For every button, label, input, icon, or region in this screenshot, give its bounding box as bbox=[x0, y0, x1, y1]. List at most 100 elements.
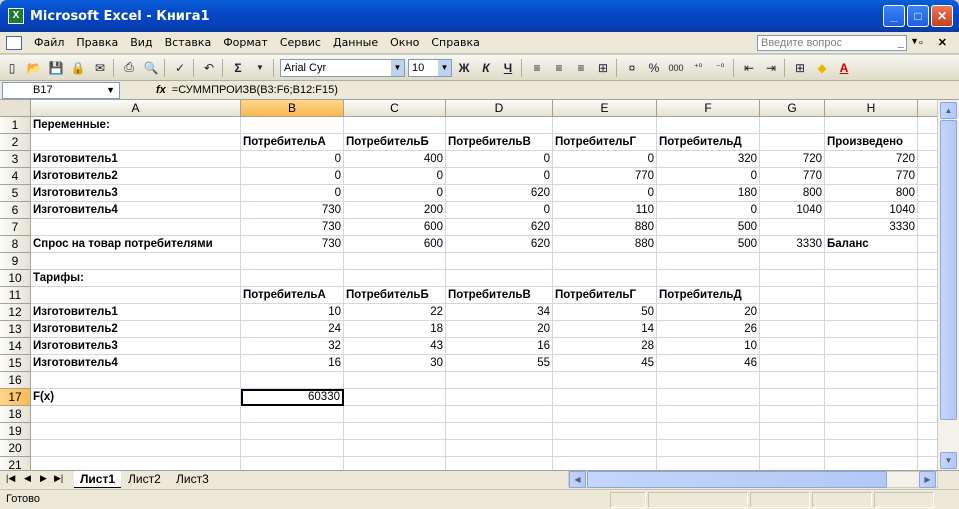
cell-i11[interactable] bbox=[918, 287, 937, 304]
workbook-icon[interactable] bbox=[6, 35, 22, 50]
formula-input[interactable]: =СУММПРОИЗВ(B3:F6;B12:F15) bbox=[172, 84, 338, 96]
cell-g11[interactable] bbox=[760, 287, 825, 304]
cell-e4[interactable]: 770 bbox=[553, 168, 657, 185]
cell-a17[interactable]: F(x) bbox=[31, 389, 241, 406]
size-dropdown-icon[interactable]: ▼ bbox=[438, 59, 451, 76]
cell-h7[interactable]: 3330 bbox=[825, 219, 918, 236]
row-header-21[interactable]: 21 bbox=[0, 457, 31, 470]
cell-h5[interactable]: 800 bbox=[825, 185, 918, 202]
row-header-14[interactable]: 14 bbox=[0, 338, 31, 355]
cell-g18[interactable] bbox=[760, 406, 825, 423]
scroll-right-icon[interactable]: ▶ bbox=[919, 471, 936, 488]
insert-function-icon[interactable]: fx bbox=[156, 84, 166, 96]
row-header-12[interactable]: 12 bbox=[0, 304, 31, 321]
cell-h19[interactable] bbox=[825, 423, 918, 440]
cell-e18[interactable] bbox=[553, 406, 657, 423]
cell-f19[interactable] bbox=[657, 423, 760, 440]
cell-b21[interactable] bbox=[241, 457, 344, 470]
cell-d11[interactable]: ПотребительВ bbox=[446, 287, 553, 304]
cell-a2[interactable] bbox=[31, 134, 241, 151]
column-header-a[interactable]: A bbox=[31, 100, 241, 117]
cell-g5[interactable]: 800 bbox=[760, 185, 825, 202]
autosum-icon[interactable]: Σ bbox=[228, 58, 248, 78]
cell-a19[interactable] bbox=[31, 423, 241, 440]
cell-e14[interactable]: 28 bbox=[553, 338, 657, 355]
font-color-icon[interactable]: A bbox=[834, 58, 854, 78]
cell-h2[interactable]: Произведено bbox=[825, 134, 918, 151]
cell-g21[interactable] bbox=[760, 457, 825, 470]
cell-i12[interactable] bbox=[918, 304, 937, 321]
cell-f16[interactable] bbox=[657, 372, 760, 389]
fill-color-icon[interactable]: ◆ bbox=[812, 58, 832, 78]
cell-c2[interactable]: ПотребительБ bbox=[344, 134, 446, 151]
row-header-9[interactable]: 9 bbox=[0, 253, 31, 270]
row-header-17[interactable]: 17 bbox=[0, 389, 31, 406]
cell-g8[interactable]: 3330 bbox=[760, 236, 825, 253]
cell-d3[interactable]: 0 bbox=[446, 151, 553, 168]
decrease-indent-icon[interactable]: ⇤ bbox=[739, 58, 759, 78]
menu-view[interactable]: Вид bbox=[130, 36, 152, 49]
horizontal-scrollbar[interactable]: ◀ ▶ bbox=[568, 471, 938, 488]
cell-c18[interactable] bbox=[344, 406, 446, 423]
cell-d16[interactable] bbox=[446, 372, 553, 389]
cell-c7[interactable]: 600 bbox=[344, 219, 446, 236]
cell-d14[interactable]: 16 bbox=[446, 338, 553, 355]
open-icon[interactable]: 📂 bbox=[24, 58, 44, 78]
last-sheet-icon[interactable]: ▶| bbox=[54, 473, 63, 484]
cell-i3[interactable] bbox=[918, 151, 937, 168]
active-cell[interactable]: 60330 bbox=[241, 389, 344, 406]
cell-f15[interactable]: 46 bbox=[657, 355, 760, 372]
row-header-18[interactable]: 18 bbox=[0, 406, 31, 423]
cell-f21[interactable] bbox=[657, 457, 760, 470]
cell-b7[interactable]: 730 bbox=[241, 219, 344, 236]
cell-h16[interactable] bbox=[825, 372, 918, 389]
cell-c9[interactable] bbox=[344, 253, 446, 270]
cell-f11[interactable]: ПотребительД bbox=[657, 287, 760, 304]
font-name-select[interactable]: Arial Cyr ▼ bbox=[280, 58, 405, 77]
minimize-button[interactable]: _ bbox=[883, 5, 905, 27]
cell-d5[interactable]: 620 bbox=[446, 185, 553, 202]
cell-b18[interactable] bbox=[241, 406, 344, 423]
cell-a5[interactable]: Изготовитель3 bbox=[31, 185, 241, 202]
cell-h20[interactable] bbox=[825, 440, 918, 457]
cell-i7[interactable] bbox=[918, 219, 937, 236]
vertical-scroll-thumb[interactable] bbox=[940, 120, 957, 420]
close-button[interactable]: ✕ bbox=[931, 5, 953, 27]
cell-d10[interactable] bbox=[446, 270, 553, 287]
cell-g4[interactable]: 770 bbox=[760, 168, 825, 185]
cell-c14[interactable]: 43 bbox=[344, 338, 446, 355]
undo-icon[interactable]: ↶ bbox=[199, 58, 219, 78]
prev-sheet-icon[interactable]: ◀ bbox=[24, 473, 31, 484]
cell-f13[interactable]: 26 bbox=[657, 321, 760, 338]
cell-b5[interactable]: 0 bbox=[241, 185, 344, 202]
cell-i1[interactable] bbox=[918, 117, 937, 134]
decrease-decimal-icon[interactable]: ⁻⁰ bbox=[710, 58, 730, 78]
cell-e9[interactable] bbox=[553, 253, 657, 270]
cell-c1[interactable] bbox=[344, 117, 446, 134]
cell-f2[interactable]: ПотребительД bbox=[657, 134, 760, 151]
row-header-4[interactable]: 4 bbox=[0, 168, 31, 185]
borders-icon[interactable]: ⊞ bbox=[790, 58, 810, 78]
cell-a18[interactable] bbox=[31, 406, 241, 423]
cell-g9[interactable] bbox=[760, 253, 825, 270]
cell-b20[interactable] bbox=[241, 440, 344, 457]
cell-g6[interactable]: 1040 bbox=[760, 202, 825, 219]
cell-a8[interactable]: Спрос на товар потребителями bbox=[31, 236, 241, 253]
cell-e20[interactable] bbox=[553, 440, 657, 457]
currency-icon[interactable]: ¤ bbox=[622, 58, 642, 78]
menu-tools[interactable]: Сервис bbox=[280, 36, 321, 49]
sheet-tab-3[interactable]: Лист3 bbox=[170, 471, 215, 488]
cell-e1[interactable] bbox=[553, 117, 657, 134]
cell-c5[interactable]: 0 bbox=[344, 185, 446, 202]
vertical-scrollbar[interactable]: ▲ ▼ bbox=[937, 100, 959, 470]
cell-d21[interactable] bbox=[446, 457, 553, 470]
cell-g13[interactable] bbox=[760, 321, 825, 338]
cell-e11[interactable]: ПотребительГ bbox=[553, 287, 657, 304]
cell-e10[interactable] bbox=[553, 270, 657, 287]
cell-e17[interactable] bbox=[553, 389, 657, 406]
cell-b2[interactable]: ПотребительА bbox=[241, 134, 344, 151]
cell-b6[interactable]: 730 bbox=[241, 202, 344, 219]
cell-h3[interactable]: 720 bbox=[825, 151, 918, 168]
cell-f7[interactable]: 500 bbox=[657, 219, 760, 236]
cell-b13[interactable]: 24 bbox=[241, 321, 344, 338]
